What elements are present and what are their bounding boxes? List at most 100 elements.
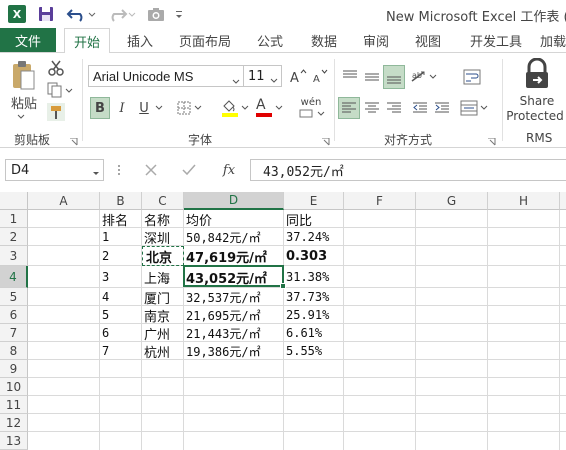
cell-d1[interactable]: 均价 [184,210,212,229]
cell-e4[interactable]: 31.38% [284,266,329,288]
tab-file[interactable]: 文件 [0,28,56,52]
tab-home[interactable]: 开始 [64,28,110,53]
excel-logo-icon[interactable]: X [8,5,26,23]
tab-data[interactable]: 数据 [302,28,346,52]
cell-e2[interactable]: 37.24% [284,228,329,246]
undo-dropdown-icon[interactable] [88,5,96,23]
borders-icon[interactable] [176,97,204,119]
column-header-g[interactable]: G [416,192,488,210]
active-cell-border[interactable] [183,265,284,287]
cell-b5[interactable]: 4 [100,288,109,306]
redo-icon[interactable] [106,5,128,23]
font-name-select[interactable]: Arial Unicode MS [88,65,244,87]
font-size-select[interactable]: 11 [244,65,282,87]
row-header-1[interactable]: 1 [0,210,28,228]
cell-c8[interactable]: 杭州 [142,342,170,361]
cell-c1[interactable]: 名称 [142,210,170,229]
insert-function-button[interactable]: fx [218,159,240,181]
cell-e1[interactable]: 同比 [284,210,312,229]
paste-button-label[interactable]: 粘贴 [8,93,40,112]
formula-input[interactable]: 43,052元/㎡ [250,159,566,181]
underline-dropdown-icon[interactable] [154,97,164,119]
merge-center-icon[interactable] [460,97,490,119]
cell-b1[interactable]: 排名 [100,210,128,229]
cell-d3[interactable]: 47,619元/㎡ [184,246,267,266]
decrease-font-size-icon[interactable]: A [312,65,328,87]
tab-addins[interactable]: 加载 [540,28,566,52]
cell-c6[interactable]: 南京 [142,306,170,325]
tab-developer[interactable]: 开发工具 [460,28,532,52]
cell-b4[interactable]: 3 [100,266,109,288]
cell-e6[interactable]: 25.91% [284,306,329,324]
clipboard-launcher-icon[interactable] [70,135,78,146]
share-protected-icon[interactable] [522,57,552,91]
row-header-9[interactable]: 9 [0,360,28,378]
alignment-launcher-icon[interactable] [488,135,496,146]
cell-b6[interactable]: 5 [100,306,109,324]
row-header-5[interactable]: 5 [0,288,28,306]
row-header-3[interactable]: 3 [0,246,28,266]
align-bottom-icon[interactable] [383,65,405,89]
row-header-4[interactable]: 4 [0,266,28,288]
cell-c7[interactable]: 广州 [142,324,170,343]
row-header-13[interactable]: 13 [0,432,28,450]
undo-icon[interactable] [66,5,88,23]
phonetic-guide-button[interactable]: wén [296,95,326,121]
cell-c2[interactable]: 深圳 [142,228,170,247]
cell-b8[interactable]: 7 [100,342,109,360]
camera-icon[interactable] [146,5,166,23]
row-header-10[interactable]: 10 [0,378,28,396]
cell-b7[interactable]: 6 [100,324,109,342]
cell-d8[interactable]: 19,386元/㎡ [184,342,261,360]
tab-view[interactable]: 视图 [406,28,450,52]
cell-c5[interactable]: 厦门 [142,288,170,307]
share-protected-label-2[interactable]: Protected [504,108,566,124]
row-header-6[interactable]: 6 [0,306,28,324]
cell-e5[interactable]: 37.73% [284,288,329,306]
tab-formulas[interactable]: 公式 [248,28,292,52]
cell-d6[interactable]: 21,695元/㎡ [184,306,261,324]
cell-e3[interactable]: 0.303 [284,246,327,266]
align-center-icon[interactable] [362,97,382,119]
share-protected-label-1[interactable]: Share [508,93,566,109]
format-painter-icon[interactable] [46,103,66,121]
font-color-icon[interactable]: A [254,97,284,119]
cell-b2[interactable]: 1 [100,228,109,246]
select-all-corner[interactable] [0,192,28,210]
underline-button[interactable]: U [136,97,152,119]
column-header-f[interactable]: F [344,192,416,210]
enter-formula-icon[interactable] [180,161,198,179]
paste-dropdown-icon[interactable] [16,113,26,121]
decrease-indent-icon[interactable] [410,97,430,119]
cell-d2[interactable]: 50,842元/㎡ [184,228,261,246]
cell-b3[interactable]: 2 [100,246,109,266]
increase-indent-icon[interactable] [432,97,452,119]
formula-bar-grip-icon[interactable] [112,163,126,177]
column-header-b[interactable]: B [100,192,142,210]
cancel-formula-icon[interactable] [142,161,160,179]
tab-review[interactable]: 审阅 [356,28,396,52]
paste-icon[interactable] [10,59,36,93]
row-header-7[interactable]: 7 [0,324,28,342]
increase-font-size-icon[interactable]: A [289,65,307,87]
name-box[interactable]: D4 [5,159,104,181]
cell-c4[interactable]: 上海 [142,266,170,288]
tab-page-layout[interactable]: 页面布局 [172,28,238,52]
save-icon[interactable] [38,5,54,23]
redo-dropdown-icon[interactable] [128,5,136,23]
column-header-h[interactable]: H [488,192,560,210]
cell-e8[interactable]: 5.55% [284,342,322,360]
column-header-c[interactable]: C [142,192,184,210]
align-middle-icon[interactable] [362,67,382,87]
row-header-2[interactable]: 2 [0,228,28,246]
tab-insert[interactable]: 插入 [118,28,162,52]
customize-qat-icon[interactable] [174,5,184,23]
italic-button[interactable]: I [114,97,130,119]
cell-e7[interactable]: 6.61% [284,324,322,342]
fill-handle[interactable] [280,283,286,289]
column-header-e[interactable]: E [284,192,344,210]
align-left-icon[interactable] [338,97,360,119]
row-header-11[interactable]: 11 [0,396,28,414]
row-header-12[interactable]: 12 [0,414,28,432]
cell-d7[interactable]: 21,443元/㎡ [184,324,261,342]
